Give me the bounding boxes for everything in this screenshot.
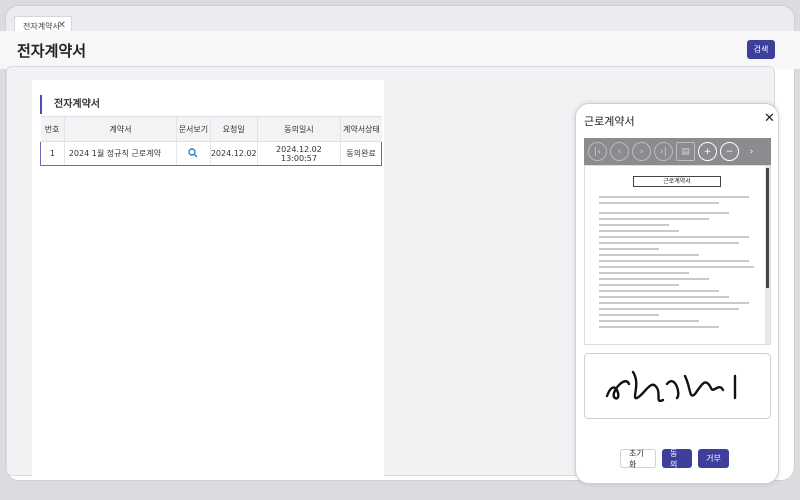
zoom-in-icon[interactable]: + — [698, 142, 717, 161]
document-text-line — [599, 284, 679, 286]
chevron-right-icon[interactable]: › — [742, 142, 761, 161]
document-text-line — [599, 266, 754, 268]
document-text-line — [599, 290, 719, 292]
document-text-line — [599, 242, 739, 244]
document-text-line — [599, 218, 709, 220]
search-button[interactable]: 검색 — [747, 40, 775, 59]
document-text-line — [599, 314, 659, 316]
search-icon[interactable] — [188, 147, 198, 158]
agree-button[interactable]: 동의 — [662, 449, 692, 469]
reset-button[interactable]: 초기화 — [620, 449, 656, 469]
contract-modal: 근로계약서 ✕ |‹ ‹ › ›| ▤ + − › 근로계약서 초기화 동의 거… — [575, 103, 779, 484]
document-text-line — [599, 296, 729, 298]
document-text-line — [599, 302, 749, 304]
document-text-line — [599, 278, 709, 280]
document-text-line — [599, 230, 679, 232]
scrollbar[interactable] — [765, 166, 770, 344]
request-date: 2024.12.02 — [210, 141, 258, 166]
column-header: 문서보기 — [176, 116, 211, 142]
document-text-line — [599, 308, 739, 310]
signature-pad[interactable] — [584, 353, 771, 419]
column-header: 동의일시 — [257, 116, 342, 142]
document-text-line — [599, 224, 669, 226]
scrollbar-thumb[interactable] — [766, 168, 769, 288]
modal-title: 근로계약서 — [584, 115, 635, 128]
document-viewer[interactable]: 근로계약서 — [584, 165, 771, 345]
next-page-icon[interactable]: › — [632, 142, 651, 161]
last-page-icon[interactable]: ›| — [654, 142, 673, 161]
document-text-line — [599, 212, 729, 214]
document-text-line — [599, 248, 659, 250]
column-header: 계약서상태 — [340, 116, 382, 142]
zoom-out-icon[interactable]: − — [720, 142, 739, 161]
document-title: 근로계약서 — [633, 176, 721, 187]
reject-button[interactable]: 거부 — [698, 449, 729, 468]
column-header: 번호 — [40, 116, 65, 142]
print-icon[interactable]: ▤ — [676, 142, 695, 161]
document-text-line — [599, 236, 749, 238]
document-text-line — [599, 254, 699, 256]
page-title: 전자계약서 — [17, 42, 87, 60]
document-text-line — [599, 272, 689, 274]
document-text-line — [599, 320, 699, 322]
viewer-toolbar: |‹ ‹ › ›| ▤ + − › — [584, 138, 771, 165]
agree-datetime: 2024.12.02 13:00:57 — [257, 141, 342, 166]
view-document-button[interactable] — [176, 141, 211, 166]
handwritten-signature — [605, 370, 737, 403]
document-text-line — [599, 260, 749, 262]
table-header: 번호 계약서 문서보기 요청일 동의일시 계약서상태 — [40, 116, 382, 142]
contract-title: 2024 1월 정규직 근로계약 — [64, 141, 178, 166]
first-page-icon[interactable]: |‹ — [588, 142, 607, 161]
prev-page-icon[interactable]: ‹ — [610, 142, 629, 161]
table-row[interactable]: 1 2024 1월 정규직 근로계약 2024.12.02 2024.12.02… — [40, 141, 382, 166]
document-text-line — [599, 326, 719, 328]
section-title: 전자계약서 — [40, 95, 100, 114]
page-header: 전자계약서 검색 — [0, 31, 800, 69]
contract-table: 번호 계약서 문서보기 요청일 동의일시 계약서상태 1 2024 1월 정규직… — [40, 116, 382, 166]
close-icon[interactable]: ✕ — [764, 111, 775, 126]
column-header: 계약서 — [64, 116, 178, 142]
status-badge: 동의완료 — [340, 141, 382, 166]
close-icon[interactable]: ✕ — [58, 20, 66, 31]
modal-actions: 초기화 동의 거부 — [620, 449, 729, 469]
column-header: 요청일 — [210, 116, 258, 142]
row-number: 1 — [40, 141, 65, 166]
document-text-line — [599, 196, 749, 198]
document-text-line — [599, 202, 719, 204]
